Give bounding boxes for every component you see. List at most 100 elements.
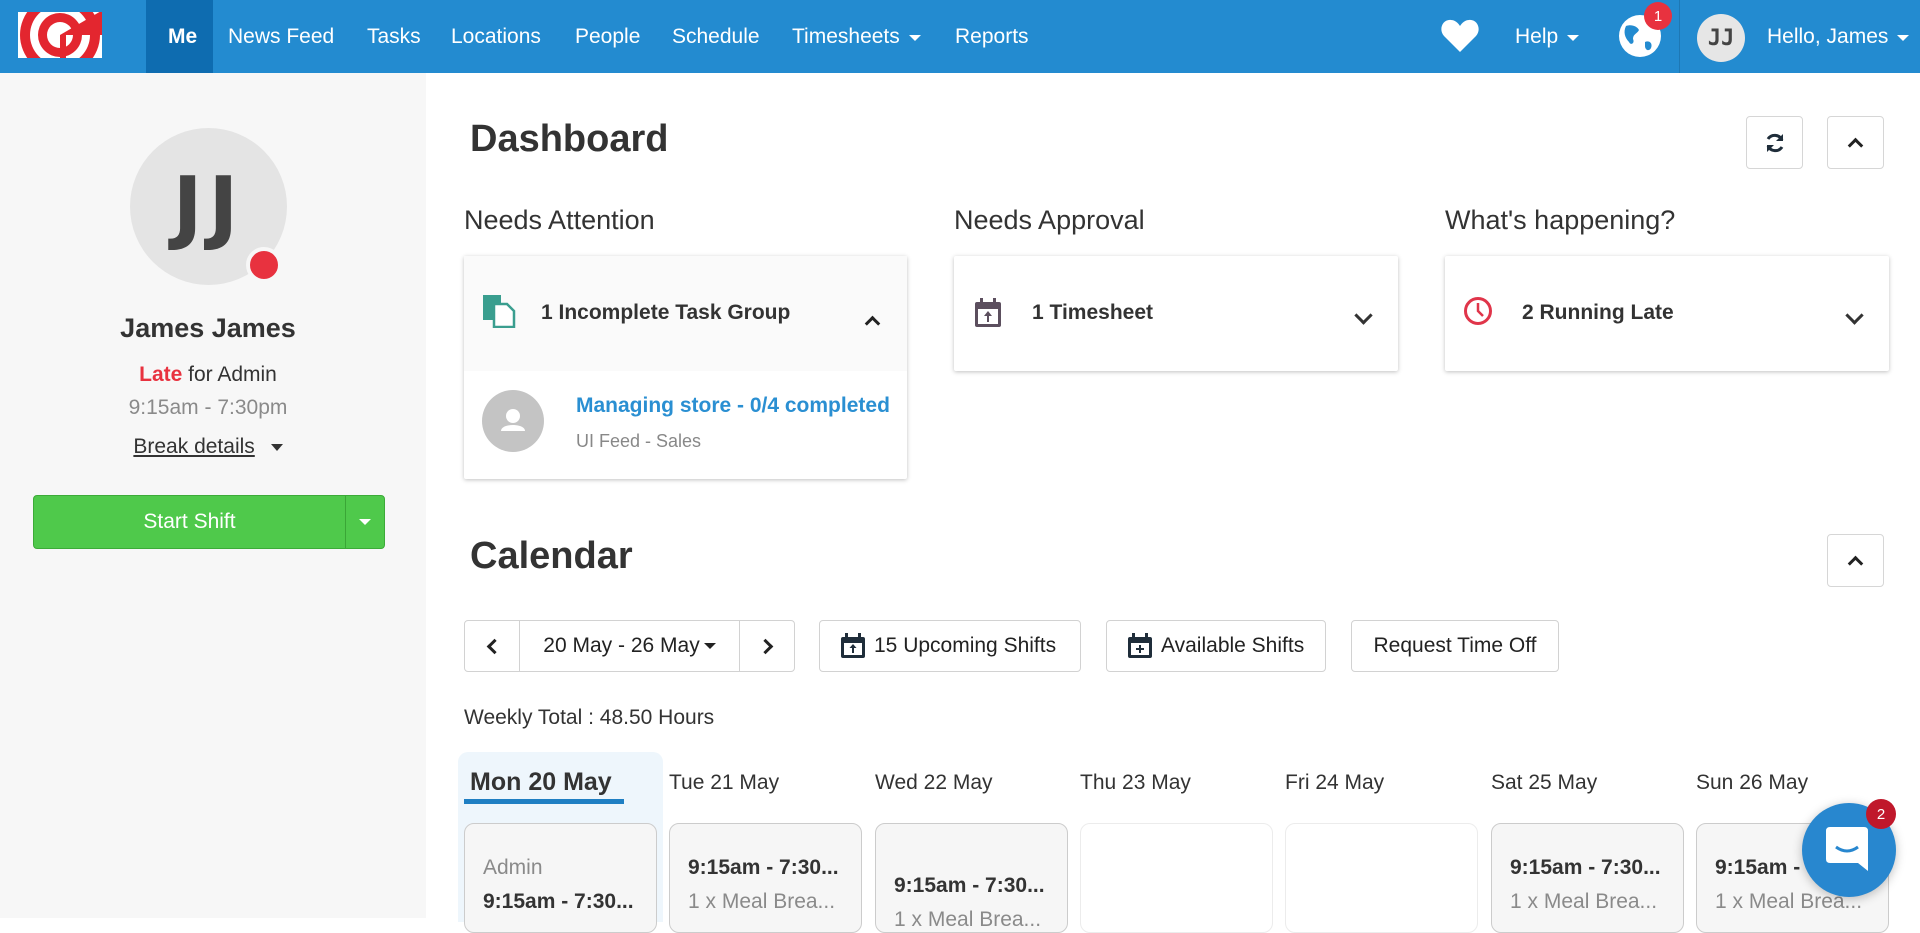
help-label: Help (1515, 24, 1559, 48)
day-header-fri[interactable]: Fri 24 May (1285, 771, 1384, 795)
clock-icon (1464, 297, 1492, 325)
whats-happening-card[interactable]: 2 Running Late (1445, 256, 1889, 371)
request-time-off-button[interactable]: Request Time Off (1351, 620, 1559, 672)
shift-card-tue[interactable]: 9:15am - 7:30... 1 x Meal Brea... (669, 823, 862, 933)
status-detail: for Admin (182, 363, 277, 386)
user-placeholder-avatar (482, 390, 544, 452)
upcoming-shifts-label: 15 Upcoming Shifts (874, 634, 1057, 657)
nav-label: Schedule (672, 24, 760, 48)
available-shifts-button[interactable]: Available Shifts (1106, 620, 1326, 672)
user-menu[interactable]: Hello, James (1767, 0, 1910, 73)
late-status: Late (139, 363, 183, 386)
shift-time: 9:15am - 7:30... (483, 890, 634, 913)
shift-card-wed[interactable]: 9:15am - 7:30... 1 x Meal Brea... (875, 823, 1068, 933)
nav-label: People (575, 24, 641, 48)
needs-attention-card: 1 Incomplete Task Group Managing store -… (464, 256, 907, 479)
shift-time: 9:15am - 7:30... (894, 874, 1045, 897)
day-header-thu[interactable]: Thu 23 May (1080, 771, 1191, 795)
shift-break: 1 x Meal Brea... (894, 908, 1042, 931)
profile-name: James James (120, 313, 296, 343)
nav-item-locations[interactable]: Locations (451, 0, 541, 73)
caret-down-icon (908, 35, 921, 41)
nav-item-people[interactable]: People (575, 0, 640, 73)
help-menu[interactable]: Help (1515, 0, 1580, 73)
heart-icon[interactable] (1440, 18, 1480, 59)
needs-attention-heading: Needs Attention (464, 205, 655, 235)
shift-card-thu[interactable] (1080, 823, 1273, 933)
weekly-total: Weekly Total : 48.50 Hours (464, 706, 715, 729)
nav-item-reports[interactable]: Reports (955, 0, 1029, 73)
day-header-wed[interactable]: Wed 22 May (875, 771, 993, 795)
shift-time: 9:15am - 7:30... (688, 856, 839, 879)
notification-badge: 1 (1644, 2, 1672, 30)
break-details-toggle[interactable]: Break details (0, 435, 416, 459)
nav-item-tasks[interactable]: Tasks (367, 0, 421, 73)
break-details-label: Break details (133, 435, 255, 458)
chat-unread-badge: 2 (1866, 799, 1896, 829)
date-range-group: 20 May - 26 May (464, 620, 795, 672)
start-shift-dropdown[interactable] (346, 496, 384, 548)
upcoming-shifts-button[interactable]: 15 Upcoming Shifts (819, 620, 1081, 672)
prev-week-button[interactable] (465, 621, 520, 671)
dashboard-title: Dashboard (470, 118, 669, 160)
date-range-label: 20 May - 26 May (543, 634, 700, 657)
request-time-off-label: Request Time Off (1373, 634, 1537, 657)
nav-label: Reports (955, 24, 1029, 48)
shift-card-sat[interactable]: 9:15am - 7:30... 1 x Meal Brea... (1491, 823, 1684, 933)
shift-time: 9:15am - 7:30... (1510, 856, 1661, 879)
shift-status: Late for Admin (0, 363, 416, 387)
next-week-button[interactable] (740, 621, 794, 671)
profile-sidebar: JJ James James Late for Admin 9:15am - 7… (0, 73, 426, 918)
shift-break: 1 x Meal Brea... (688, 890, 836, 913)
nav-label: Locations (451, 24, 541, 48)
day-header-tue[interactable]: Tue 21 May (669, 771, 779, 795)
chevron-up-icon (1847, 555, 1864, 572)
nav-item-me[interactable]: Me (146, 0, 213, 73)
refresh-icon (1766, 133, 1783, 152)
task-group-title: 1 Incomplete Task Group (541, 301, 791, 324)
caret-down-icon (1567, 35, 1580, 41)
nav-label: Me (168, 24, 198, 48)
greeting-label: Hello, James (1767, 24, 1889, 48)
shift-card-fri[interactable] (1285, 823, 1478, 933)
start-shift-button[interactable]: Start Shift (34, 496, 346, 548)
nav-item-news-feed[interactable]: News Feed (228, 0, 334, 73)
date-range-dropdown[interactable]: 20 May - 26 May (520, 621, 740, 671)
chevron-right-icon (757, 638, 773, 654)
app-logo[interactable] (18, 12, 102, 58)
shift-card-mon[interactable]: Admin 9:15am - 7:30... (464, 823, 657, 933)
day-header-sun[interactable]: Sun 26 May (1696, 771, 1808, 795)
collapse-dashboard-button[interactable] (1827, 116, 1884, 169)
notifications-globe[interactable]: 1 (1617, 2, 1672, 58)
caret-down-icon (270, 443, 283, 451)
shift-role: Admin (483, 856, 543, 879)
top-navbar: Me News Feed Tasks Locations People Sche… (0, 0, 1920, 73)
nav-item-timesheets[interactable]: Timesheets (792, 0, 921, 73)
chevron-left-icon (486, 638, 502, 654)
shift-time: 9:15am - 7:30pm (128, 396, 288, 419)
day-header-sat[interactable]: Sat 25 May (1491, 771, 1597, 795)
task-group-icon (483, 295, 516, 328)
collapse-calendar-button[interactable] (1827, 534, 1884, 587)
caret-down-icon (1897, 35, 1910, 41)
calendar-upload-icon (975, 298, 1001, 327)
available-shifts-label: Available Shifts (1161, 634, 1305, 657)
chevron-up-icon (1847, 137, 1864, 154)
task-group-link[interactable]: Managing store - 0/4 completed (576, 394, 890, 418)
needs-approval-card[interactable]: 1 Timesheet (954, 256, 1398, 371)
refresh-button[interactable] (1746, 116, 1803, 169)
task-group-subtitle: UI Feed - Sales (576, 431, 702, 451)
status-indicator-dot (246, 247, 282, 283)
nav-divider (1679, 0, 1680, 73)
calendar-title: Calendar (470, 535, 633, 577)
whats-happening-heading: What's happening? (1445, 205, 1676, 235)
timesheet-card-title: 1 Timesheet (1032, 301, 1154, 324)
nav-label: Tasks (367, 24, 421, 48)
nav-item-schedule[interactable]: Schedule (672, 0, 760, 73)
day-header-mon[interactable]: Mon 20 May (470, 768, 612, 797)
user-avatar[interactable]: JJ (1697, 14, 1745, 62)
shift-break: 1 x Meal Brea... (1510, 890, 1658, 913)
calendar-plus-icon (1128, 633, 1152, 658)
chat-widget-button[interactable]: 2 (1802, 799, 1896, 897)
chevron-down-icon (1845, 306, 1864, 325)
